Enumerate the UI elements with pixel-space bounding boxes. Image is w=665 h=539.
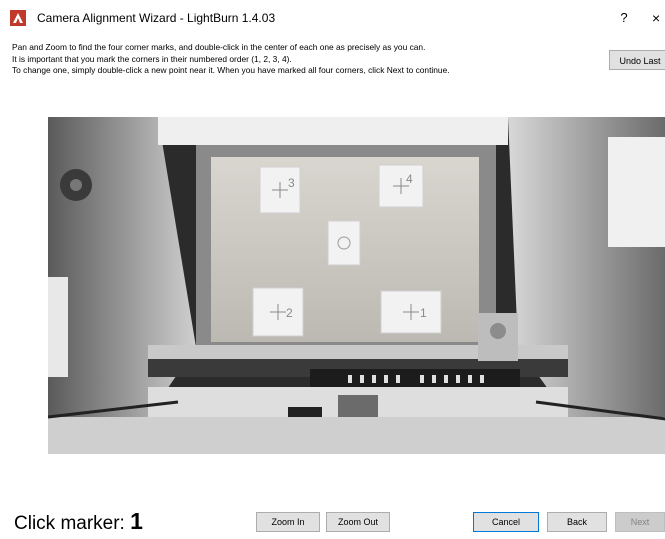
camera-image: 3 4 2 1 <box>48 117 665 454</box>
marker-number: 1 <box>130 508 143 534</box>
click-marker-label: Click marker: <box>14 513 125 534</box>
lightburn-flame-icon <box>10 10 26 26</box>
corner-mark-label: 1 <box>420 306 427 320</box>
corner-mark-label: 4 <box>406 172 413 186</box>
zoom-out-button[interactable]: Zoom Out <box>326 512 390 532</box>
camera-image-view[interactable]: 3 4 2 1 <box>48 117 665 454</box>
instruction-line: It is important that you mark the corner… <box>12 53 292 64</box>
instruction-line: Pan and Zoom to find the four corner mar… <box>12 42 426 52</box>
corner-mark-label: 3 <box>288 176 295 190</box>
instruction-line: To change one, simply double-click a new… <box>12 65 450 75</box>
close-button[interactable]: × <box>652 9 665 27</box>
help-button[interactable]: ? <box>616 9 632 27</box>
zoom-in-button[interactable]: Zoom In <box>256 512 320 532</box>
instructions-text: Pan and Zoom to find the four corner mar… <box>12 42 572 77</box>
back-button[interactable]: Back <box>547 512 607 532</box>
title-bar: Camera Alignment Wizard - LightBurn 1.4.… <box>0 0 665 34</box>
cancel-button[interactable]: Cancel <box>473 512 539 532</box>
corner-mark-label: 2 <box>286 306 293 320</box>
window-title: Camera Alignment Wizard - LightBurn 1.4.… <box>37 11 276 25</box>
next-button[interactable]: Next <box>615 512 665 532</box>
click-marker-status: Click marker: 1 <box>14 508 143 535</box>
undo-last-button[interactable]: Undo Last <box>609 50 665 70</box>
